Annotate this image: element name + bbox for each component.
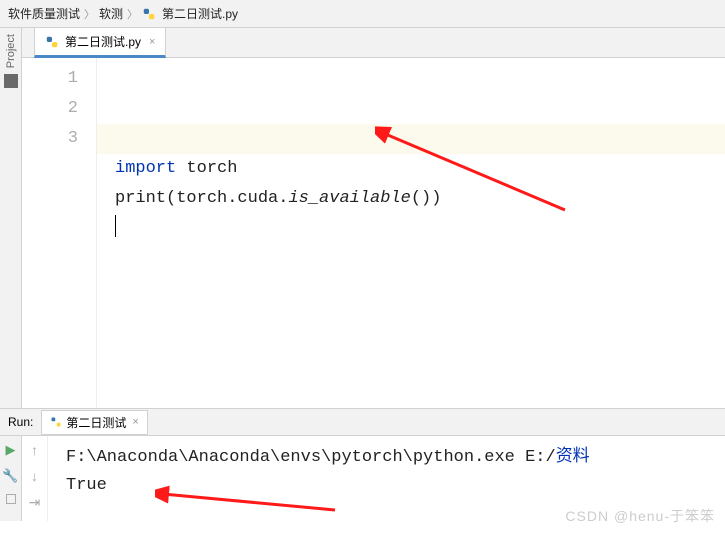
line-number: 2	[22, 94, 78, 124]
text-caret	[115, 215, 116, 237]
arrow-down-icon[interactable]: ↓	[31, 468, 38, 484]
breadcrumb-file[interactable]: 第二日测试.py	[162, 5, 238, 22]
wrap-icon[interactable]: ⇥	[29, 494, 41, 511]
active-line-highlight	[97, 124, 725, 154]
python-run-icon	[50, 416, 62, 428]
chevron-right-icon: 〉	[127, 6, 138, 22]
run-label: Run:	[8, 415, 33, 429]
close-icon[interactable]: ×	[149, 36, 155, 48]
run-config-tab[interactable]: 第二日测试 ×	[41, 410, 147, 435]
wrench-icon[interactable]: 🔧	[2, 468, 18, 484]
breadcrumb: 软件质量测试 〉 软测 〉 第二日测试.py	[0, 0, 725, 28]
arrow-up-icon[interactable]: ↑	[31, 442, 38, 458]
code-editor[interactable]: 1 2 3 import torchprint(torch.cuda.is_av…	[22, 58, 725, 408]
run-toolbar-left: ▶ 🔧	[0, 436, 22, 521]
breadcrumb-folder[interactable]: 软测	[99, 5, 123, 22]
close-icon[interactable]: ×	[132, 416, 138, 428]
line-gutter: 1 2 3	[22, 58, 97, 408]
editor-tab-label: 第二日测试.py	[65, 33, 141, 50]
chevron-right-icon: 〉	[84, 6, 95, 22]
line-number: 3	[22, 124, 78, 154]
python-file-icon	[142, 7, 156, 21]
editor-tab[interactable]: 第二日测试.py ×	[34, 27, 166, 58]
play-icon[interactable]: ▶	[6, 442, 16, 458]
breadcrumb-root[interactable]: 软件质量测试	[8, 5, 80, 22]
sidebar: Project	[0, 28, 22, 408]
project-tool-icon[interactable]	[4, 74, 18, 88]
console-output[interactable]: F:\Anaconda\Anaconda\envs\pytorch\python…	[48, 436, 725, 521]
run-panel-header: Run: 第二日测试 ×	[0, 408, 725, 436]
editor-tabs: 第二日测试.py ×	[22, 28, 725, 58]
run-tab-label: 第二日测试	[66, 414, 126, 431]
project-tool-label[interactable]: Project	[5, 34, 17, 68]
stop-icon[interactable]	[6, 494, 16, 504]
python-file-icon	[45, 35, 59, 49]
code-content[interactable]: import torchprint(torch.cuda.is_availabl…	[115, 154, 725, 244]
line-number: 1	[22, 64, 78, 94]
run-toolbar-nav: ↑ ↓ ⇥	[22, 436, 48, 521]
